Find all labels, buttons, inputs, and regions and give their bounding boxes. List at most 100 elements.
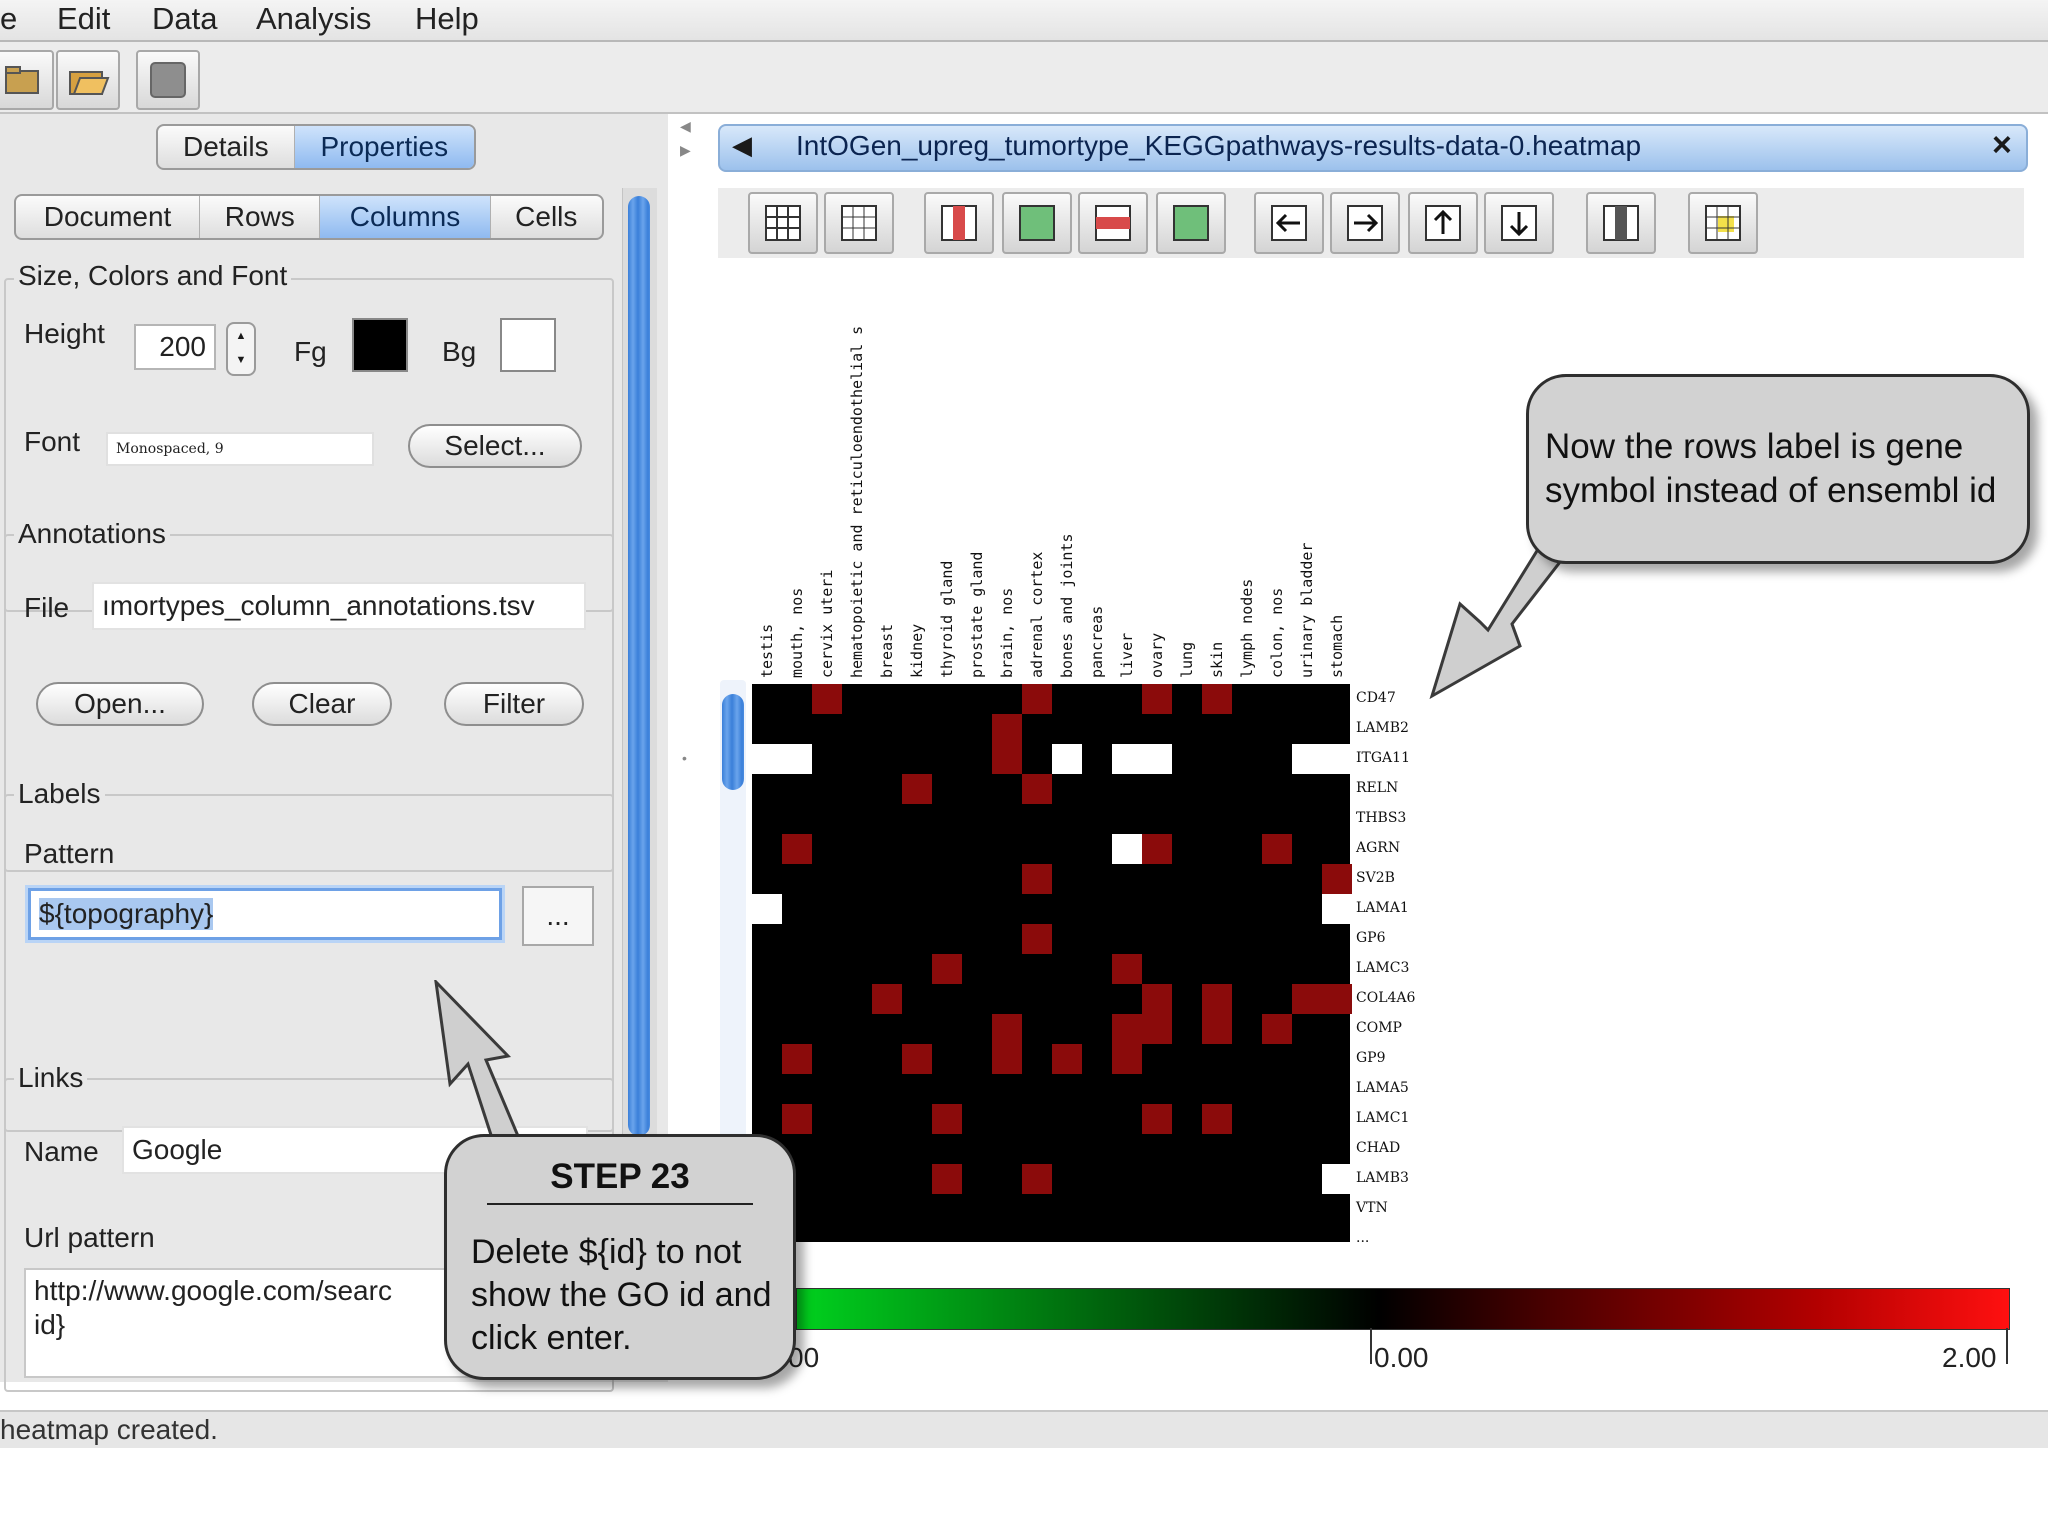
row-label[interactable]: COMP — [1356, 1020, 1402, 1036]
pattern-input[interactable]: ${topography} — [28, 888, 502, 940]
heatmap-cell-high[interactable] — [1052, 1044, 1082, 1074]
row-label[interactable]: CHAD — [1356, 1140, 1400, 1156]
heatmap-cell-high[interactable] — [932, 1164, 962, 1194]
heatmap-cell-high[interactable] — [872, 984, 902, 1014]
heatmap-cell-high[interactable] — [1112, 1014, 1142, 1044]
menu-help[interactable]: Help — [415, 0, 479, 38]
tab-document[interactable]: Document — [16, 196, 201, 238]
row-label[interactable]: LAMA5 — [1356, 1080, 1409, 1096]
heatmap-cell-high[interactable] — [1202, 684, 1232, 714]
heatmap-cell-high[interactable] — [782, 1044, 812, 1074]
move-down-button[interactable] — [1484, 192, 1554, 254]
close-tab-icon[interactable]: × — [1992, 126, 2012, 165]
heatmap-cell-missing[interactable] — [1322, 894, 1352, 924]
column-label[interactable]: pancreas — [1088, 606, 1106, 678]
hide-columns-button[interactable] — [1586, 192, 1656, 254]
move-up-button[interactable] — [1408, 192, 1478, 254]
heatmap-cell-high[interactable] — [1262, 1014, 1292, 1044]
properties-scroll-thumb[interactable] — [628, 196, 650, 1136]
heatmap-cell-high[interactable] — [992, 1014, 1022, 1044]
heatmap-cell-high[interactable] — [1292, 984, 1322, 1014]
filter-annotations-button[interactable]: Filter — [444, 682, 584, 726]
menu-analysis[interactable]: Analysis — [256, 0, 371, 38]
heatmap-cell-high[interactable] — [782, 834, 812, 864]
heatmap-cell-missing[interactable] — [1322, 744, 1352, 774]
select-font-button[interactable]: Select... — [408, 424, 582, 468]
heatmap-row-scroll-thumb[interactable] — [722, 694, 744, 790]
row-label[interactable]: RELN — [1356, 780, 1398, 796]
heatmap-cell-high[interactable] — [1262, 834, 1292, 864]
heatmap-cell-high[interactable] — [1142, 984, 1172, 1014]
column-label[interactable]: cervix uteri — [818, 570, 836, 678]
heatmap-cell-high[interactable] — [1202, 1014, 1232, 1044]
heatmap-cell-high[interactable] — [1142, 1014, 1172, 1044]
heatmap-cell-high[interactable] — [782, 1104, 812, 1134]
heatmap-cell-high[interactable] — [1022, 1164, 1052, 1194]
menu-data[interactable]: Data — [152, 0, 217, 38]
pattern-more-button[interactable]: ... — [522, 886, 594, 946]
grid-lines-button[interactable] — [824, 192, 894, 254]
row-label[interactable]: LAMC1 — [1356, 1110, 1409, 1126]
row-label[interactable]: AGRN — [1356, 840, 1400, 856]
stepper-down-icon[interactable]: ▼ — [228, 348, 254, 372]
heatmap-cell-missing[interactable] — [1322, 1164, 1352, 1194]
column-label[interactable]: skin — [1208, 642, 1226, 678]
heatmap-cell-high[interactable] — [932, 1104, 962, 1134]
select-rows-button[interactable] — [1078, 192, 1148, 254]
split-pane-arrows[interactable]: ◀ ▶ — [680, 114, 691, 162]
select-all-columns-button[interactable] — [1002, 192, 1072, 254]
tab-columns[interactable]: Columns — [320, 196, 491, 238]
tab-cells[interactable]: Cells — [491, 196, 602, 238]
column-label[interactable]: prostate gland — [968, 552, 986, 678]
heatmap-cell-high[interactable] — [1142, 834, 1172, 864]
sort-button[interactable] — [1688, 192, 1758, 254]
heatmap-cell-high[interactable] — [992, 1044, 1022, 1074]
heatmap-cell-high[interactable] — [1022, 774, 1052, 804]
heatmap-cell-high[interactable] — [1142, 1104, 1172, 1134]
row-label[interactable]: THBS3 — [1356, 810, 1406, 826]
row-label[interactable]: ... — [1356, 1230, 1369, 1246]
heatmap-cell-high[interactable] — [902, 1044, 932, 1074]
column-label[interactable]: testis — [758, 624, 776, 678]
stepper-up-icon[interactable]: ▲ — [228, 324, 254, 348]
heatmap-cell-high[interactable] — [1112, 954, 1142, 984]
move-right-button[interactable] — [1330, 192, 1400, 254]
row-label[interactable]: VTN — [1356, 1200, 1388, 1216]
bg-color-swatch[interactable] — [500, 318, 556, 372]
row-label[interactable]: GP9 — [1356, 1050, 1386, 1066]
column-label[interactable]: thyroid gland — [938, 561, 956, 678]
tab-properties[interactable]: Properties — [294, 126, 474, 168]
heatmap-cell-missing[interactable] — [782, 744, 812, 774]
row-label[interactable]: SV2B — [1356, 870, 1395, 886]
column-label[interactable]: liver — [1118, 633, 1136, 678]
height-stepper[interactable]: ▲ ▼ — [226, 322, 256, 376]
column-label[interactable]: brain, nos — [998, 588, 1016, 678]
open-annotations-button[interactable]: Open... — [36, 682, 204, 726]
open-file-button[interactable] — [56, 50, 120, 110]
column-label[interactable]: bones and joints — [1058, 534, 1076, 679]
heatmap-cell-high[interactable] — [1112, 1044, 1142, 1074]
open-folder-button[interactable] — [0, 50, 54, 110]
column-label[interactable]: urinary bladder — [1298, 543, 1316, 678]
heatmap-cell-missing[interactable] — [1052, 744, 1082, 774]
split-handle-icon[interactable]: • — [682, 750, 687, 766]
column-label[interactable]: colon, nos — [1268, 588, 1286, 678]
heatmap-cell-missing[interactable] — [752, 744, 782, 774]
heatmap-cell-high[interactable] — [932, 954, 962, 984]
column-label[interactable]: adrenal cortex — [1028, 552, 1046, 678]
heatmap-cell-missing[interactable] — [1292, 744, 1322, 774]
column-label[interactable]: lymph nodes — [1238, 579, 1256, 678]
row-label[interactable]: LAMA1 — [1356, 900, 1409, 916]
heatmap-cell-high[interactable] — [902, 774, 932, 804]
heatmap-cell-missing[interactable] — [752, 894, 782, 924]
grid-view-button[interactable] — [748, 192, 818, 254]
heatmap-cell-high[interactable] — [992, 714, 1022, 744]
tab-details[interactable]: Details — [158, 126, 295, 168]
row-label[interactable]: ITGA11 — [1356, 750, 1410, 766]
heatmap-cell-high[interactable] — [1142, 684, 1172, 714]
column-label[interactable]: breast — [878, 624, 896, 678]
menu-edit[interactable]: Edit — [57, 0, 110, 38]
row-label[interactable]: GP6 — [1356, 930, 1386, 946]
heatmap-cell-missing[interactable] — [1112, 834, 1142, 864]
heatmap-cell-high[interactable] — [1202, 1104, 1232, 1134]
